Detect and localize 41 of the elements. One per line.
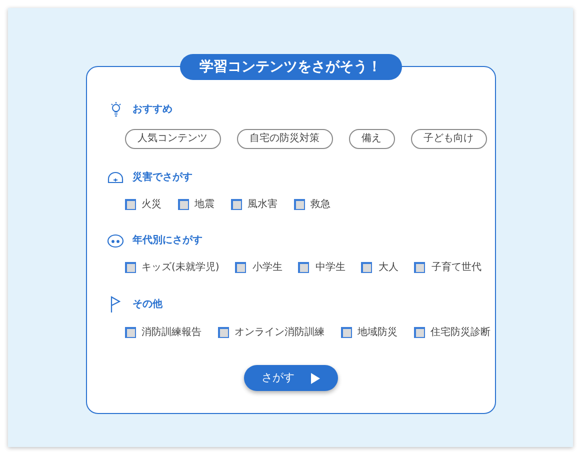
checkbox[interactable] [235,262,246,273]
title-banner: 学習コンテンツをさがそう！ [180,54,402,80]
checkbox-label: 救急 [310,198,330,212]
checkbox[interactable] [124,262,136,273]
checkbox[interactable] [294,199,304,210]
tag-chip[interactable]: 人気コンテンツ [124,129,220,149]
section-heading: 年代別にさがす [132,234,202,248]
tag-chip[interactable]: 自宅の防災対策 [236,129,332,149]
checkbox-label: 大人 [378,260,398,275]
section-heading: 災害でさがす [132,170,192,185]
face-icon [107,234,124,248]
checkbox-label: 火災 [142,198,162,212]
lightbulb-icon [110,101,122,117]
checkbox[interactable] [340,327,352,338]
checkbox-label: 中学生 [315,260,346,275]
checkbox[interactable] [298,262,310,273]
checkbox[interactable] [414,262,426,273]
checkbox[interactable] [178,199,188,210]
section-heading: おすすめ [132,102,172,116]
checkbox-label: 地震 [194,198,214,212]
checkbox[interactable] [230,199,242,210]
tag-chip[interactable]: 子ども向け [410,129,486,149]
checkbox-label: オンライン消防訓練 [234,326,324,340]
checkbox-label: キッズ(未就学児) [142,260,220,275]
checkbox-label: 小学生 [252,260,282,275]
checkbox[interactable] [218,327,228,338]
section-heading: その他 [132,298,162,312]
checkbox[interactable] [414,327,424,338]
play-icon [310,372,320,384]
checkbox-label: 風水害 [248,198,278,212]
tag-chip[interactable]: 備え [348,129,394,149]
checkbox-label: 子育て世代 [431,260,482,275]
checkbox[interactable] [124,327,136,338]
checkbox[interactable] [124,199,136,210]
checkbox[interactable] [361,262,372,273]
checkbox-label: 住宅防災診断 [430,326,490,340]
checkbox-label: 消防訓練報告 [142,326,202,340]
checkbox-label: 地域防災 [358,326,398,340]
search-button[interactable]: さがす [244,365,338,391]
helmet-icon [107,171,124,184]
flag-icon [110,296,121,313]
